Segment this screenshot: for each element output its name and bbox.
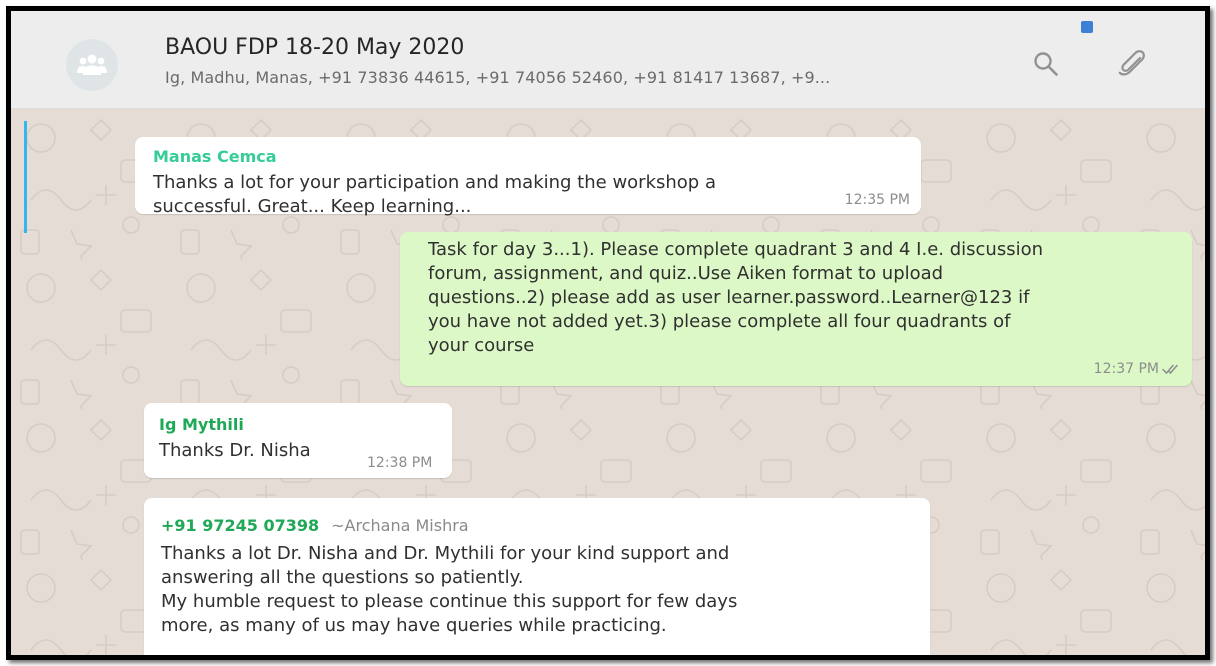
sender-alias: ~Archana Mishra bbox=[331, 516, 469, 535]
sender-name[interactable]: Ig Mythili bbox=[159, 415, 442, 435]
message-time: 12:35 PM bbox=[844, 192, 910, 208]
message-text: Task for day 3...1). Please complete qua… bbox=[428, 239, 1044, 356]
group-avatar[interactable] bbox=[66, 39, 118, 91]
attach-button[interactable] bbox=[1117, 49, 1147, 83]
sender-name[interactable]: Manas Cemca bbox=[153, 147, 904, 167]
message-text: Thanks a lot Dr. Nisha and Dr. Mythili f… bbox=[161, 543, 738, 636]
search-button[interactable] bbox=[1033, 51, 1059, 81]
group-icon bbox=[77, 54, 107, 75]
message-bubble-incoming[interactable]: +91 97245 07398 ~Archana Mishra Thanks a… bbox=[144, 498, 930, 655]
attach-icon bbox=[1118, 50, 1145, 76]
search-icon bbox=[1034, 52, 1058, 76]
chat-title[interactable]: BAOU FDP 18-20 May 2020 bbox=[165, 35, 464, 60]
chat-list-scroll-edge bbox=[24, 121, 27, 233]
message-text: Thanks a lot for your participation and … bbox=[153, 172, 716, 217]
chat-members[interactable]: Ig, Madhu, Manas, +91 73836 44615, +91 7… bbox=[165, 68, 830, 87]
message-bubble-incoming[interactable]: Ig Mythili Thanks Dr. Nisha 12:38 PM bbox=[144, 403, 452, 478]
message-time-row: 12:37 PM bbox=[1094, 357, 1180, 383]
message-bubble-incoming[interactable]: Manas Cemca Thanks a lot for your partic… bbox=[135, 137, 921, 217]
sender-phone[interactable]: +91 97245 07398 bbox=[161, 516, 319, 536]
notification-badge bbox=[1081, 21, 1093, 33]
double-check-icon bbox=[1162, 359, 1180, 383]
message-time: 12:37 PM bbox=[1093, 361, 1159, 377]
app-window: BAOU FDP 18-20 May 2020 Ig, Madhu, Manas… bbox=[6, 6, 1210, 660]
sender-row: +91 97245 07398 ~Archana Mishra bbox=[161, 514, 920, 538]
message-time: 12:38 PM bbox=[367, 455, 433, 471]
chat-header[interactable]: BAOU FDP 18-20 May 2020 Ig, Madhu, Manas… bbox=[11, 11, 1205, 109]
message-bubble-outgoing[interactable]: Task for day 3...1). Please complete qua… bbox=[400, 232, 1192, 386]
